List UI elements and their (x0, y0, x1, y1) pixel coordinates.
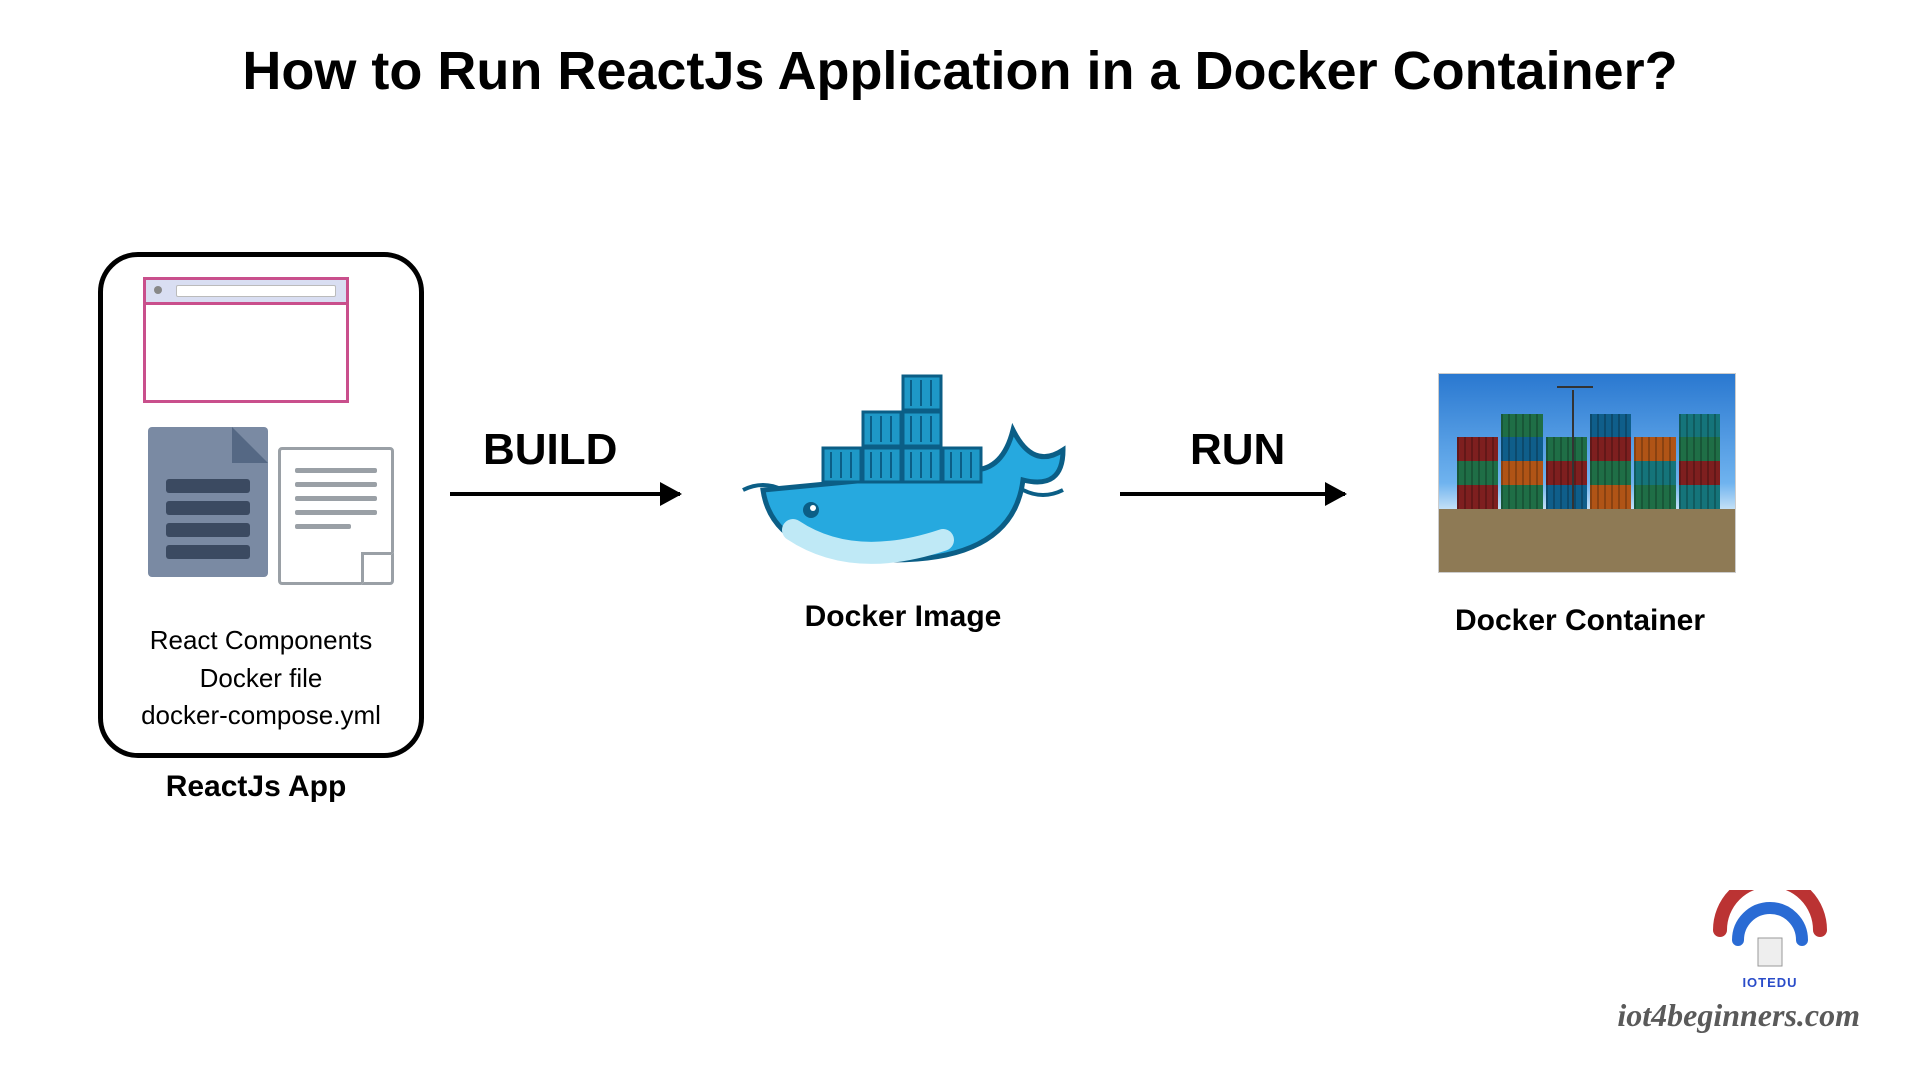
arrow-build (450, 492, 680, 496)
docker-container-caption: Docker Container (1390, 604, 1770, 638)
react-line-3: docker-compose.yml (103, 697, 419, 735)
reactjs-app-caption: ReactJs App (98, 770, 414, 804)
wifi-logo-icon (1710, 890, 1830, 970)
footer-site-text: iot4beginners.com (1617, 997, 1860, 1034)
reactjs-app-contents: React Components Docker file docker-comp… (103, 622, 419, 735)
iotedu-logo: IOTEDU (1710, 890, 1830, 990)
shipping-containers-photo (1438, 373, 1736, 573)
arrow-run-label: RUN (1190, 425, 1285, 475)
arrow-build-label: BUILD (483, 425, 617, 475)
react-line-2: Docker file (103, 660, 419, 698)
docker-image-caption: Docker Image (733, 600, 1073, 634)
arrow-run (1120, 492, 1345, 496)
docker-container-node (1438, 373, 1734, 571)
react-line-1: React Components (103, 622, 419, 660)
document-filled-icon (148, 427, 268, 577)
diagram-title: How to Run ReactJs Application in a Dock… (0, 40, 1920, 102)
document-outline-icon (278, 447, 394, 585)
docker-image-node (733, 370, 1073, 580)
docker-whale-icon (733, 370, 1073, 580)
browser-window-icon (143, 277, 349, 403)
reactjs-app-node: React Components Docker file docker-comp… (98, 252, 424, 758)
logo-text: IOTEDU (1710, 975, 1830, 990)
